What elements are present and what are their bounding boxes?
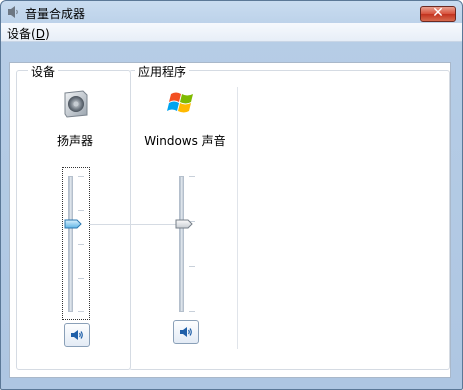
tick [78, 244, 84, 245]
menu-device-accelerator: D [35, 27, 45, 41]
volume-link-line [90, 224, 178, 225]
tick [189, 176, 195, 177]
applications-group-label: 应用程序 [135, 63, 190, 80]
close-icon: ✕ [432, 5, 444, 21]
menu-device-label: 设备( [7, 27, 36, 41]
menu-device[interactable]: 设备(D) [7, 25, 50, 42]
applications-divider [237, 87, 238, 349]
title-bar[interactable]: 音量合成器 ✕ [1, 1, 462, 23]
menu-device-label-close: ) [44, 27, 50, 41]
app-volume-slider[interactable] [175, 219, 193, 229]
tick [189, 266, 195, 267]
close-button[interactable]: ✕ [420, 5, 456, 22]
speaker-device-icon[interactable] [62, 90, 90, 118]
device-mute-button[interactable] [64, 323, 90, 347]
app-volume-track[interactable] [179, 176, 184, 312]
windows-sounds-label: Windows 声音 [144, 134, 226, 148]
tick [78, 278, 84, 279]
tick [78, 176, 84, 177]
windows-logo-icon [167, 92, 193, 113]
devices-group-label: 设备 [28, 63, 59, 80]
speaker-mute-icon [180, 327, 192, 337]
tick [189, 311, 195, 312]
tick [78, 311, 84, 312]
device-volume-ticks [78, 176, 84, 312]
app-mute-button[interactable] [173, 320, 199, 344]
window-title: 音量合成器 [25, 7, 86, 21]
device-slider-focus [62, 167, 90, 320]
device-volume-track[interactable] [68, 176, 73, 312]
menu-bar: 设备(D) [1, 23, 462, 42]
tick [78, 210, 84, 211]
app-volume-ticks [189, 176, 195, 312]
speaker-label: 扬声器 [56, 134, 93, 148]
speaker-mute-icon [71, 330, 83, 340]
speaker-icon [8, 6, 18, 18]
device-volume-slider[interactable] [64, 219, 82, 229]
